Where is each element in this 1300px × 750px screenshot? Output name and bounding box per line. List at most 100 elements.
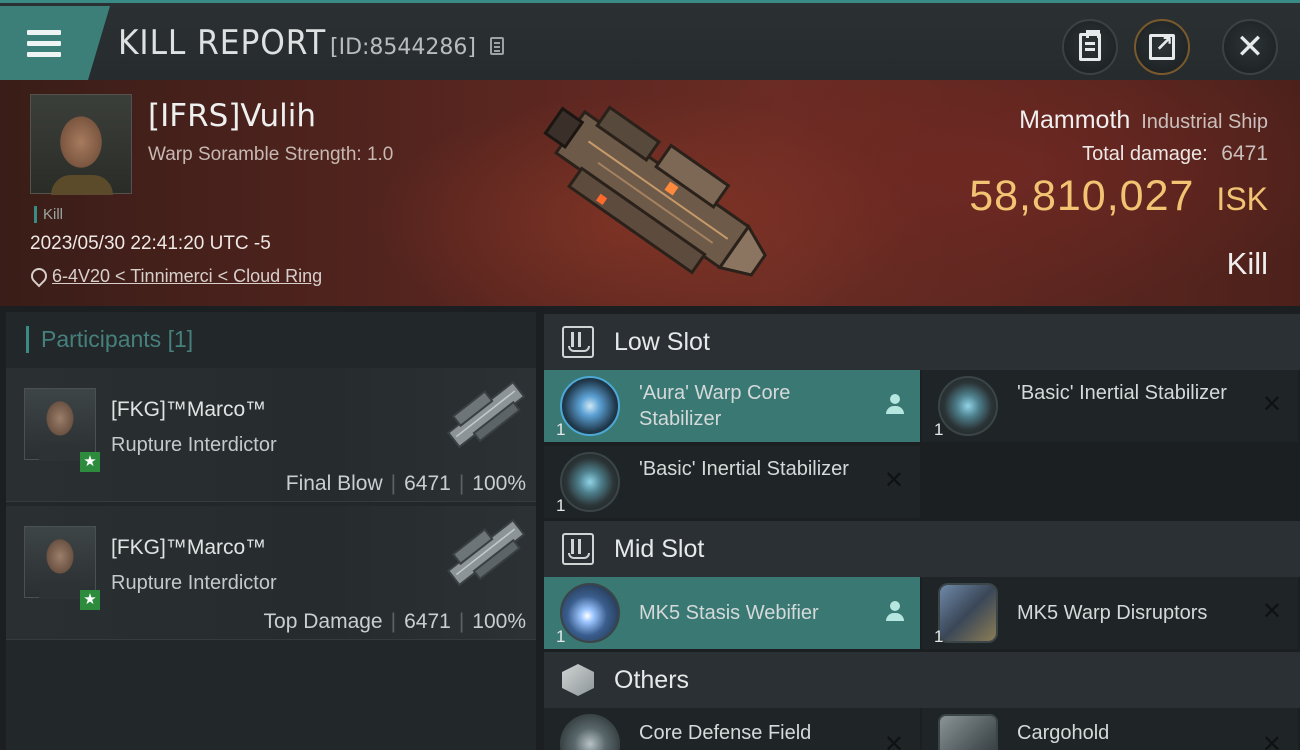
kill-datetime: 2023/05/30 22:41:20 UTC -5 <box>30 233 271 254</box>
others-title: Others <box>614 665 690 694</box>
item-name: Core Defense Field <box>639 722 812 744</box>
participants-title: Participants <box>41 326 162 352</box>
low-slot-icon <box>562 326 594 358</box>
star-icon: ★ <box>80 590 100 610</box>
star-icon: ★ <box>80 452 100 472</box>
clipboard-icon <box>1079 30 1101 61</box>
person-icon[interactable] <box>886 394 904 416</box>
victim-banner: [IFRS]Vulih Warp Soramble Strength: 1.0 … <box>0 80 1300 306</box>
inertial-stabilizer-icon <box>560 452 620 512</box>
share-button[interactable] <box>1134 19 1190 75</box>
item-quantity: 1 <box>556 420 566 439</box>
mid-slot-title: Mid Slot <box>614 534 705 563</box>
participant-ship-icon <box>446 380 526 449</box>
participant-name: [FKG]™Marco™ <box>111 536 267 559</box>
victim-name[interactable]: [IFRS]Vulih <box>148 98 316 134</box>
menu-icon <box>27 30 61 35</box>
fitting-item[interactable]: 1 'Basic' Inertial Stabilizer ✕ <box>544 446 920 518</box>
core-defense-field-icon <box>560 714 620 750</box>
close-button[interactable]: ✕ <box>1222 19 1278 75</box>
x-icon[interactable]: ✕ <box>1262 390 1282 418</box>
x-icon[interactable]: ✕ <box>884 730 904 750</box>
person-icon[interactable] <box>886 601 904 623</box>
kill-tag: Kill <box>34 206 63 223</box>
close-icon: ✕ <box>1235 27 1265 67</box>
item-quantity: 1 <box>934 627 944 646</box>
participant-stats: Final Blow | 6471 | 100% <box>285 472 526 495</box>
participants-header[interactable]: Participants [1] <box>26 326 193 353</box>
participants-count: [1] <box>167 326 194 352</box>
isk-unit: ISK <box>1216 181 1268 217</box>
warp-core-stabilizer-icon <box>560 376 620 436</box>
fitting-item[interactable]: Cargohold ✕ <box>922 708 1298 750</box>
ship-name: Mammoth <box>1019 106 1131 134</box>
warp-scramble-strength: Warp Soramble Strength: 1.0 <box>148 144 394 165</box>
item-name: Cargohold <box>1017 722 1110 744</box>
item-name: 'Aura' Warp Core Stabilizer <box>639 382 791 430</box>
x-icon[interactable]: ✕ <box>1262 730 1282 750</box>
report-id: [ID:8544286] <box>330 35 476 60</box>
participants-panel: Participants [1] ★ [FKG]™Marco™ Rupture … <box>6 312 536 750</box>
participant-percent: 100% <box>472 610 526 633</box>
menu-icon-bar <box>27 41 61 46</box>
ship-class: Industrial Ship <box>1141 111 1268 133</box>
warp-disruptor-icon <box>938 583 998 643</box>
location-link[interactable]: 6-4V20 < Tinnimerci < Cloud Ring <box>52 266 322 287</box>
fitting-item[interactable]: 1 'Aura' Warp Core Stabilizer <box>544 370 920 442</box>
participant-damage: 6471 <box>404 610 451 633</box>
participant-card[interactable]: ★ [FKG]™Marco™ Rupture Interdictor Top D… <box>6 506 536 640</box>
x-icon[interactable]: ✕ <box>1262 597 1282 625</box>
item-name: MK5 Warp Disruptors <box>1017 602 1208 624</box>
total-damage-label: Total damage: <box>1082 143 1208 165</box>
participant-ship: Rupture Interdictor <box>111 572 277 594</box>
participant-ship-icon <box>446 518 526 587</box>
participant-name: [FKG]™Marco™ <box>111 398 267 421</box>
stasis-webifier-icon <box>560 583 620 643</box>
participant-stat-label: Final Blow <box>285 472 383 495</box>
fitting-item[interactable]: 1 'Basic' Inertial Stabilizer ✕ <box>922 370 1298 442</box>
low-slot-header: Low Slot <box>544 314 1300 370</box>
location-pin-icon <box>30 268 44 286</box>
page-title: KILL REPORT <box>118 23 327 63</box>
others-header: Others <box>544 652 1300 708</box>
clipboard-button[interactable] <box>1062 19 1118 75</box>
kill-location[interactable]: 6-4V20 < Tinnimerci < Cloud Ring <box>30 266 322 287</box>
fitting-item[interactable]: 1 MK5 Warp Disruptors ✕ <box>922 577 1298 649</box>
participant-stat-label: Top Damage <box>263 610 383 633</box>
isk-loss: 58,810,027 ISK <box>969 172 1268 221</box>
participant-ship: Rupture Interdictor <box>111 434 277 456</box>
item-quantity: 1 <box>934 420 944 439</box>
x-icon[interactable]: ✕ <box>884 466 904 494</box>
inertial-stabilizer-icon <box>938 376 998 436</box>
victim-portrait[interactable] <box>30 94 132 195</box>
mid-slot-icon <box>562 533 594 565</box>
isk-value: 58,810,027 <box>969 172 1195 220</box>
fitting-item[interactable]: Core Defense Field ✕ <box>544 708 920 750</box>
participant-percent: 100% <box>472 472 526 495</box>
avatar[interactable] <box>24 388 96 461</box>
menu-button[interactable] <box>0 6 110 80</box>
item-quantity: 1 <box>556 496 566 515</box>
mid-slot-header: Mid Slot <box>544 521 1300 577</box>
menu-icon-bar <box>27 52 61 57</box>
total-damage-value: 6471 <box>1221 142 1268 165</box>
total-damage: Total damage: 6471 <box>1082 142 1268 166</box>
participant-damage: 6471 <box>404 472 451 495</box>
cargohold-icon <box>938 714 998 750</box>
top-bar: KILL REPORT [ID:8544286] ✕ <box>0 0 1300 80</box>
copy-icon[interactable] <box>490 37 504 55</box>
ship-type[interactable]: Mammoth Industrial Ship <box>1019 106 1268 135</box>
result-label: Kill <box>1226 246 1268 281</box>
item-quantity: 1 <box>556 627 566 646</box>
share-icon <box>1149 31 1175 60</box>
avatar[interactable] <box>24 526 96 599</box>
item-name: 'Basic' Inertial Stabilizer <box>639 458 849 480</box>
item-name: 'Basic' Inertial Stabilizer <box>1017 382 1227 404</box>
participant-stats: Top Damage | 6471 | 100% <box>263 610 526 633</box>
item-name: MK5 Stasis Webifier <box>639 602 819 624</box>
low-slot-title: Low Slot <box>614 327 710 356</box>
fitting-item[interactable]: 1 MK5 Stasis Webifier <box>544 577 920 649</box>
ship-render <box>543 105 767 277</box>
box-icon <box>562 664 594 696</box>
participant-card[interactable]: ★ [FKG]™Marco™ Rupture Interdictor Final… <box>6 368 536 502</box>
